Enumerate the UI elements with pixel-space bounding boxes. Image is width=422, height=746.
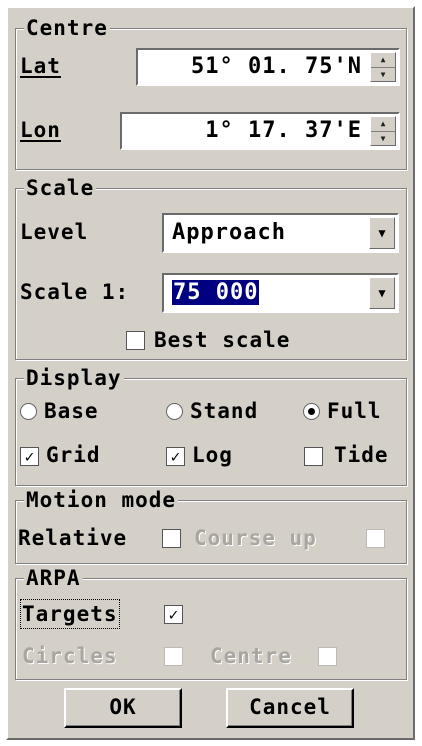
scale-select[interactable]: 75 000 ▼ xyxy=(162,273,399,313)
chevron-down-icon[interactable]: ▼ xyxy=(369,217,395,249)
lon-value: 1° 17. 37'E xyxy=(205,118,362,143)
radio-selected-dot xyxy=(308,408,315,415)
scale-value-wrap: 75 000 xyxy=(172,276,260,310)
lat-spinner[interactable]: ▲ ▼ xyxy=(370,52,396,82)
lat-value: 51° 01. 75'N xyxy=(191,54,362,79)
lon-field[interactable]: 1° 17. 37'E ▲ ▼ xyxy=(120,112,400,150)
course-up-label: Course up xyxy=(194,526,317,550)
targets-label[interactable]: Targets xyxy=(20,599,120,629)
scale-value: 75 000 xyxy=(172,280,260,305)
motion-mode-group: Motion mode Relative Course up xyxy=(15,487,407,564)
course-up-checkbox xyxy=(366,529,385,548)
targets-checkbox[interactable]: ✓ xyxy=(164,605,183,624)
scale-label: Scale 1: xyxy=(20,280,130,304)
level-select[interactable]: Approach ▼ xyxy=(162,213,399,253)
display-group: Display Base Stand Full ✓ Grid ✓ Log Tid… xyxy=(15,365,407,486)
arpa-group-title: ARPA xyxy=(24,565,83,591)
radio-stand-label[interactable]: Stand xyxy=(190,398,258,424)
spin-up-icon[interactable]: ▲ xyxy=(371,117,395,132)
tide-label[interactable]: Tide xyxy=(334,442,389,468)
radio-stand[interactable] xyxy=(166,403,183,420)
chevron-down-icon[interactable]: ▼ xyxy=(369,277,395,309)
centre-group: Centre Lat 51° 01. 75'N ▲ ▼ Lon 1° 17. 3… xyxy=(15,15,407,170)
tide-checkbox[interactable] xyxy=(304,447,323,466)
level-label: Level xyxy=(20,220,89,244)
circles-label: Circles xyxy=(22,644,118,668)
lon-spinner[interactable]: ▲ ▼ xyxy=(370,116,396,146)
scale-group: Scale Level Approach ▼ Scale 1: 75 000 ▼… xyxy=(15,175,407,360)
relative-checkbox[interactable] xyxy=(162,529,181,548)
best-scale-label[interactable]: Best scale xyxy=(154,327,290,353)
radio-full[interactable] xyxy=(303,403,320,420)
spin-down-icon[interactable]: ▼ xyxy=(371,132,395,146)
level-value: Approach xyxy=(172,220,286,245)
centre-checkbox xyxy=(318,647,337,666)
scale-group-title: Scale xyxy=(24,175,97,201)
lon-label: Lon xyxy=(20,118,61,142)
centre-group-title: Centre xyxy=(24,15,110,41)
grid-checkbox[interactable]: ✓ xyxy=(20,447,39,466)
radio-full-label[interactable]: Full xyxy=(327,398,382,424)
motion-mode-group-title: Motion mode xyxy=(24,487,179,513)
grid-label[interactable]: Grid xyxy=(46,442,101,468)
arpa-group: ARPA Targets ✓ Circles Centre xyxy=(15,565,407,680)
log-label[interactable]: Log xyxy=(192,442,233,468)
centre-label: Centre xyxy=(210,644,292,668)
lat-field[interactable]: 51° 01. 75'N ▲ ▼ xyxy=(136,48,400,86)
relative-label[interactable]: Relative xyxy=(18,525,127,551)
lat-label: Lat xyxy=(20,54,61,78)
circles-checkbox xyxy=(164,647,183,666)
cancel-button[interactable]: Cancel xyxy=(226,688,354,728)
log-checkbox[interactable]: ✓ xyxy=(166,447,185,466)
display-group-title: Display xyxy=(24,365,124,391)
radio-base-label[interactable]: Base xyxy=(44,398,99,424)
radio-base[interactable] xyxy=(20,403,37,420)
view-settings-dialog: Centre Lat 51° 01. 75'N ▲ ▼ Lon 1° 17. 3… xyxy=(6,6,415,740)
best-scale-checkbox[interactable] xyxy=(126,331,145,350)
ok-button[interactable]: OK xyxy=(64,688,182,728)
spin-up-icon[interactable]: ▲ xyxy=(371,53,395,68)
spin-down-icon[interactable]: ▼ xyxy=(371,68,395,82)
